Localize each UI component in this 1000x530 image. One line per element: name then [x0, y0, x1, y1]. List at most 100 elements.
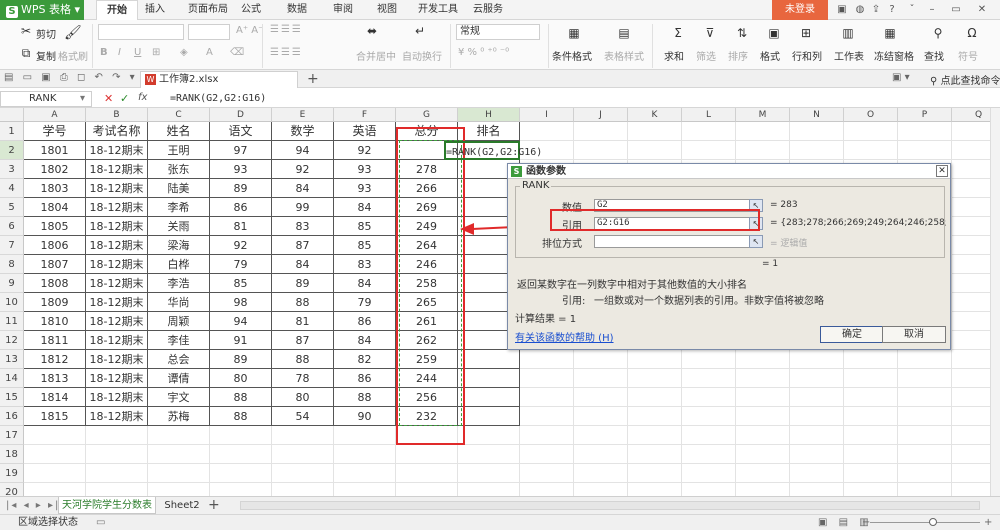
copy-icon[interactable]: ⧉: [18, 46, 34, 60]
font-grow-icon[interactable]: A⁺ A⁻: [236, 25, 263, 36]
sort-icon[interactable]: ⇅: [734, 26, 750, 40]
data-cell[interactable]: 1814: [24, 388, 86, 407]
row-header[interactable]: 8: [0, 255, 24, 274]
filter-button[interactable]: 筛选: [696, 48, 716, 63]
fill-color-icon[interactable]: ◈: [180, 47, 188, 58]
font-size-select[interactable]: [188, 24, 230, 40]
empty-cell[interactable]: [682, 426, 736, 445]
data-cell[interactable]: 总会: [148, 350, 210, 369]
data-cell[interactable]: 79: [210, 255, 272, 274]
empty-cell[interactable]: [574, 388, 628, 407]
empty-cell[interactable]: [952, 179, 990, 198]
worksheet-button[interactable]: 工作表: [834, 48, 864, 63]
header-cell[interactable]: 学号: [24, 122, 86, 141]
empty-cell[interactable]: [396, 464, 458, 483]
row-header[interactable]: 10: [0, 293, 24, 312]
empty-cell[interactable]: [334, 464, 396, 483]
empty-cell[interactable]: [520, 445, 574, 464]
data-cell[interactable]: 83: [334, 255, 396, 274]
column-header[interactable]: B: [86, 108, 148, 122]
data-cell[interactable]: 1802: [24, 160, 86, 179]
data-cell[interactable]: 84: [334, 274, 396, 293]
empty-cell[interactable]: [736, 426, 790, 445]
row-header[interactable]: 5: [0, 198, 24, 217]
empty-cell[interactable]: [790, 122, 844, 141]
empty-cell[interactable]: [790, 464, 844, 483]
row-header[interactable]: 18: [0, 445, 24, 464]
maximize-icon[interactable]: ▭: [950, 4, 962, 16]
row-header[interactable]: 9: [0, 274, 24, 293]
empty-cell[interactable]: [574, 350, 628, 369]
data-cell[interactable]: 80: [272, 388, 334, 407]
header-cell[interactable]: 数学: [272, 122, 334, 141]
tab-developer[interactable]: 开发工具: [414, 0, 462, 20]
data-cell[interactable]: 18-12期末: [86, 350, 148, 369]
zoom-slider[interactable]: [870, 522, 980, 523]
row-header[interactable]: 15: [0, 388, 24, 407]
empty-cell[interactable]: [334, 445, 396, 464]
empty-cell[interactable]: [628, 350, 682, 369]
table-style-button[interactable]: 表格样式: [604, 48, 644, 63]
empty-cell[interactable]: [790, 483, 844, 496]
column-header[interactable]: F: [334, 108, 396, 122]
empty-cell[interactable]: [844, 141, 898, 160]
empty-cell[interactable]: [682, 122, 736, 141]
data-cell[interactable]: 18-12期末: [86, 255, 148, 274]
empty-cell[interactable]: [682, 369, 736, 388]
empty-cell[interactable]: [736, 388, 790, 407]
empty-cell[interactable]: [790, 445, 844, 464]
empty-cell[interactable]: [520, 483, 574, 496]
help-icon[interactable]: ?: [886, 4, 898, 16]
close-window-icon[interactable]: ✕: [976, 4, 988, 16]
empty-cell[interactable]: [898, 141, 952, 160]
empty-cell[interactable]: [628, 369, 682, 388]
confirm-icon[interactable]: ✓: [120, 92, 129, 105]
settings-icons[interactable]: ▣ ▾: [892, 72, 910, 83]
row-header[interactable]: 14: [0, 369, 24, 388]
app-menu-button[interactable]: S WPS 表格 ▾: [0, 0, 84, 20]
empty-cell[interactable]: [844, 369, 898, 388]
sheet-nav-icons[interactable]: |◂ ◂ ▸ ▸|: [6, 500, 60, 511]
zoom-slider-handle[interactable]: [929, 518, 937, 526]
header-cell[interactable]: 排名: [458, 122, 520, 141]
data-cell[interactable]: 周颖: [148, 312, 210, 331]
empty-cell[interactable]: [844, 388, 898, 407]
empty-cell[interactable]: [952, 445, 990, 464]
formula-input[interactable]: =RANK(G2,G2:G16): [170, 91, 1000, 107]
dialog-title-bar[interactable]: S 函数参数 ✕: [508, 164, 950, 179]
empty-cell[interactable]: [898, 407, 952, 426]
empty-cell[interactable]: [334, 483, 396, 496]
file-tab[interactable]: W 工作簿2.xlsx: [140, 71, 298, 88]
empty-cell[interactable]: [736, 445, 790, 464]
merge-center-button[interactable]: 合并居中: [356, 48, 396, 63]
sheet-tab-scores[interactable]: 天河学院学生分数表: [58, 497, 156, 514]
italic-icon[interactable]: I: [118, 47, 121, 58]
table-style-icon[interactable]: ▤: [616, 26, 632, 40]
column-header[interactable]: I: [520, 108, 574, 122]
row-header[interactable]: 3: [0, 160, 24, 179]
empty-cell[interactable]: [458, 483, 520, 496]
data-cell[interactable]: 1804: [24, 198, 86, 217]
empty-cell[interactable]: [24, 483, 86, 496]
data-cell[interactable]: 1801: [24, 141, 86, 160]
empty-cell[interactable]: [844, 445, 898, 464]
data-cell[interactable]: 84: [334, 198, 396, 217]
data-cell[interactable]: 90: [334, 407, 396, 426]
data-cell[interactable]: 87: [272, 236, 334, 255]
data-cell[interactable]: 1812: [24, 350, 86, 369]
arg3-range-picker-icon[interactable]: ↖: [749, 235, 763, 248]
empty-cell[interactable]: [790, 369, 844, 388]
empty-cell[interactable]: [736, 350, 790, 369]
data-cell[interactable]: 李希: [148, 198, 210, 217]
empty-cell[interactable]: [952, 274, 990, 293]
data-cell[interactable]: 关雨: [148, 217, 210, 236]
empty-cell[interactable]: [520, 369, 574, 388]
empty-cell[interactable]: [520, 388, 574, 407]
copy-button[interactable]: 复制: [36, 48, 56, 63]
empty-cell[interactable]: [210, 464, 272, 483]
command-search[interactable]: ⚲ 点此查找命令: [930, 72, 1000, 87]
sort-button[interactable]: 排序: [728, 48, 748, 63]
empty-cell[interactable]: [736, 464, 790, 483]
header-cell[interactable]: 语文: [210, 122, 272, 141]
empty-cell[interactable]: [148, 445, 210, 464]
